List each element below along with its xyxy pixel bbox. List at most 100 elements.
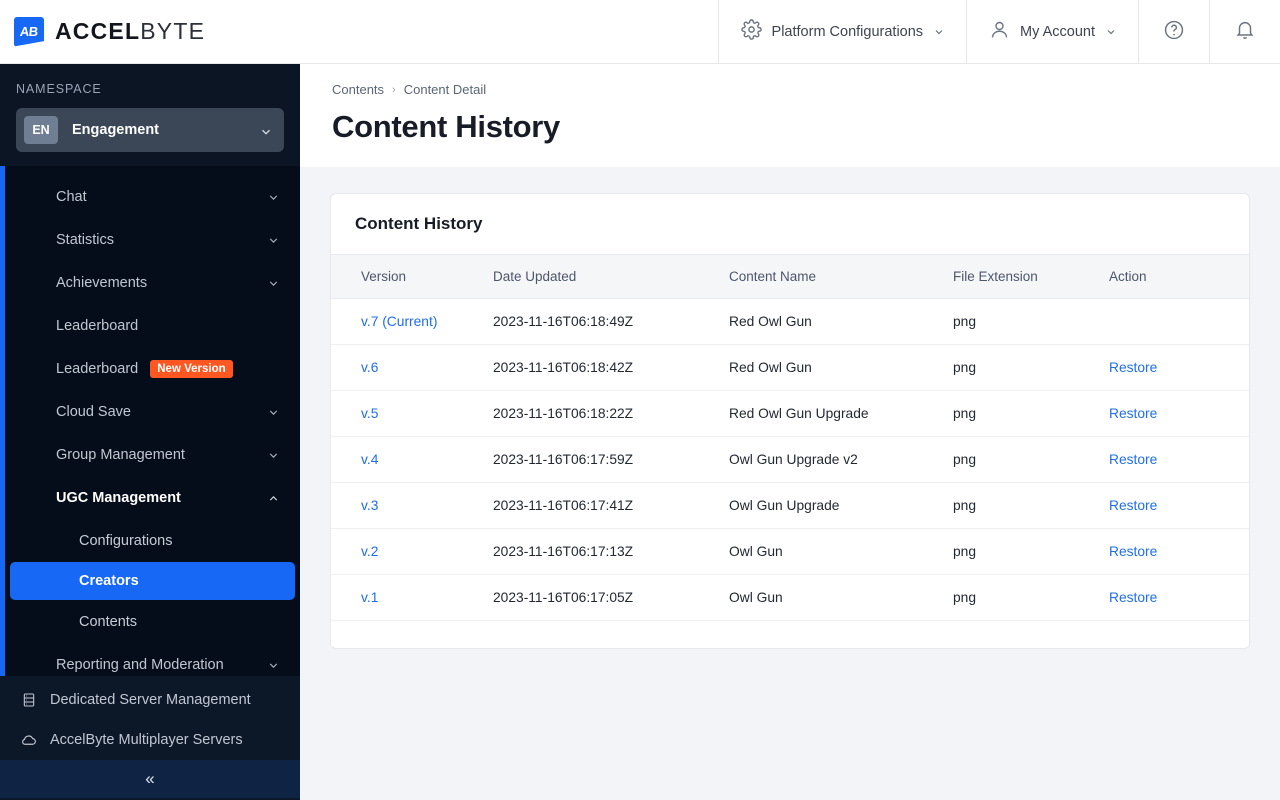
- restore-link[interactable]: Restore: [1109, 406, 1157, 421]
- cell-date-updated: 2023-11-16T06:17:05Z: [483, 574, 719, 621]
- cell-version: v.7 (Current): [331, 298, 483, 345]
- version-link[interactable]: v.7 (Current): [361, 314, 437, 329]
- cell-version: v.6: [331, 344, 483, 391]
- table-row: v.5 2023-11-16T06:18:22Z Red Owl Gun Upg…: [331, 390, 1249, 437]
- cell-action: Restore: [1099, 436, 1249, 483]
- namespace-value: Engagement: [72, 122, 160, 138]
- sidebar-item-leaderboard[interactable]: Leaderboard: [5, 304, 300, 347]
- restore-link[interactable]: Restore: [1109, 498, 1157, 513]
- sidebar-bottom-label: AccelByte Multiplayer Servers: [50, 732, 243, 748]
- sidebar-item-label: Creators: [79, 573, 139, 589]
- table-row: v.4 2023-11-16T06:17:59Z Owl Gun Upgrade…: [331, 436, 1249, 483]
- sidebar-item-group-management[interactable]: Group Management: [5, 433, 300, 476]
- logo-text-bold: ACCEL: [55, 18, 141, 44]
- sidebar-item-cloud-save[interactable]: Cloud Save: [5, 390, 300, 433]
- sidebar-item-label: Statistics: [56, 231, 115, 248]
- sidebar-item-chat[interactable]: Chat: [5, 175, 300, 218]
- cell-version: v.3: [331, 482, 483, 529]
- page-title: Content History: [332, 109, 561, 144]
- table-row: v.7 (Current) 2023-11-16T06:18:49Z Red O…: [331, 298, 1249, 345]
- cell-file-extension: png: [943, 436, 1099, 483]
- sidebar-item-statistics[interactable]: Statistics: [5, 218, 300, 261]
- sidebar-item-contents[interactable]: Contents: [5, 600, 300, 643]
- notifications-button[interactable]: [1209, 0, 1280, 63]
- breadcrumb-item-content-detail[interactable]: Content Detail: [404, 82, 486, 97]
- cell-action: Restore: [1099, 344, 1249, 391]
- sidebar-item-dedicated-server-management[interactable]: Dedicated Server Management: [0, 680, 300, 720]
- sidebar-item-label: Reporting and Moderation: [56, 656, 224, 673]
- breadcrumb: Contents › Content Detail: [332, 82, 1248, 97]
- new-version-badge: New Version: [150, 359, 233, 378]
- sidebar-item-reporting-and-moderation[interactable]: Reporting and Moderation: [5, 643, 300, 676]
- cell-content-name: Owl Gun: [719, 528, 943, 575]
- sidebar-item-label: Leaderboard: [56, 360, 139, 377]
- my-account-menu[interactable]: My Account: [966, 0, 1138, 63]
- chevron-down-icon: [267, 234, 278, 245]
- cell-content-name: Owl Gun: [719, 574, 943, 621]
- version-link[interactable]: v.4: [361, 452, 378, 467]
- accelbyte-logo-icon: AB: [14, 16, 44, 47]
- platform-configurations-menu[interactable]: Platform Configurations: [717, 0, 967, 63]
- restore-link[interactable]: Restore: [1109, 590, 1157, 605]
- cell-version: v.4: [331, 436, 483, 483]
- cell-version: v.2: [331, 528, 483, 575]
- sidebar-item-configurations[interactable]: Configurations: [5, 519, 300, 562]
- table-header-row: Version Date Updated Content Name File E…: [331, 254, 1249, 299]
- cell-file-extension: png: [943, 344, 1099, 391]
- help-button[interactable]: [1138, 0, 1209, 63]
- sidebar-item-label: Achievements: [56, 274, 148, 291]
- sidebar-item-accelbyte-multiplayer-servers[interactable]: AccelByte Multiplayer Servers: [0, 720, 300, 760]
- table-body: v.7 (Current) 2023-11-16T06:18:49Z Red O…: [331, 298, 1249, 621]
- chevron-down-icon: [267, 406, 278, 417]
- namespace-label: NAMESPACE: [16, 82, 102, 96]
- page-header: Contents › Content Detail Content Histor…: [300, 64, 1280, 167]
- cell-date-updated: 2023-11-16T06:18:49Z: [483, 298, 719, 345]
- card-title: Content History: [355, 214, 483, 233]
- server-icon: [20, 692, 37, 709]
- sidebar-item-creators[interactable]: Creators: [10, 562, 295, 600]
- chevron-down-icon: [267, 449, 278, 460]
- sidebar-item-achievements[interactable]: Achievements: [5, 261, 300, 304]
- sidebar-collapse-button[interactable]: «: [0, 760, 300, 798]
- table-footer: [331, 621, 1249, 648]
- chevron-down-icon: [933, 26, 944, 37]
- cloud-icon: [20, 732, 37, 749]
- sidebar-item-label: Cloud Save: [56, 403, 131, 420]
- cell-date-updated: 2023-11-16T06:17:41Z: [483, 482, 719, 529]
- cell-file-extension: png: [943, 298, 1099, 345]
- sidebar-item-label: Contents: [79, 613, 138, 630]
- version-link[interactable]: v.6: [361, 360, 378, 375]
- cell-content-name: Red Owl Gun Upgrade: [719, 390, 943, 437]
- restore-link[interactable]: Restore: [1109, 544, 1157, 559]
- sidebar-item-leaderboard-new-version[interactable]: Leaderboard New Version: [5, 347, 300, 390]
- chevron-down-icon: [267, 659, 278, 670]
- my-account-label: My Account: [1020, 23, 1095, 40]
- version-link[interactable]: v.5: [361, 406, 378, 421]
- cell-content-name: Owl Gun Upgrade v2: [719, 436, 943, 483]
- cell-version: v.1: [331, 574, 483, 621]
- bell-icon: [1234, 19, 1256, 45]
- cell-file-extension: png: [943, 574, 1099, 621]
- sidebar-item-ugc-management[interactable]: UGC Management: [5, 476, 300, 519]
- cell-date-updated: 2023-11-16T06:17:13Z: [483, 528, 719, 575]
- cell-content-name: Owl Gun Upgrade: [719, 482, 943, 529]
- content-history-card: Content History Version Date Updated Con…: [330, 193, 1250, 649]
- sidebar-nav-list[interactable]: Chat Statistics Achievements Leaderboard: [0, 166, 300, 676]
- cell-action: Restore: [1099, 528, 1249, 575]
- namespace-selector[interactable]: EN Engagement: [16, 108, 284, 152]
- restore-link[interactable]: Restore: [1109, 360, 1157, 375]
- version-link[interactable]: v.1: [361, 590, 378, 605]
- cell-content-name: Red Owl Gun: [719, 344, 943, 391]
- column-header-version: Version: [331, 254, 483, 299]
- breadcrumb-item-contents[interactable]: Contents: [332, 82, 384, 97]
- brand-logo[interactable]: AB ACCELBYTE: [0, 0, 300, 63]
- sidebar-item-label: Configurations: [79, 532, 173, 549]
- restore-link[interactable]: Restore: [1109, 452, 1157, 467]
- namespace-badge: EN: [24, 116, 58, 144]
- gear-icon: [740, 19, 762, 44]
- sidebar-item-label: Chat: [56, 188, 87, 205]
- version-link[interactable]: v.3: [361, 498, 378, 513]
- version-link[interactable]: v.2: [361, 544, 378, 559]
- sidebar-item-label: Leaderboard: [56, 317, 139, 334]
- top-navigation-bar: AB ACCELBYTE Platform Configurations My …: [0, 0, 1280, 64]
